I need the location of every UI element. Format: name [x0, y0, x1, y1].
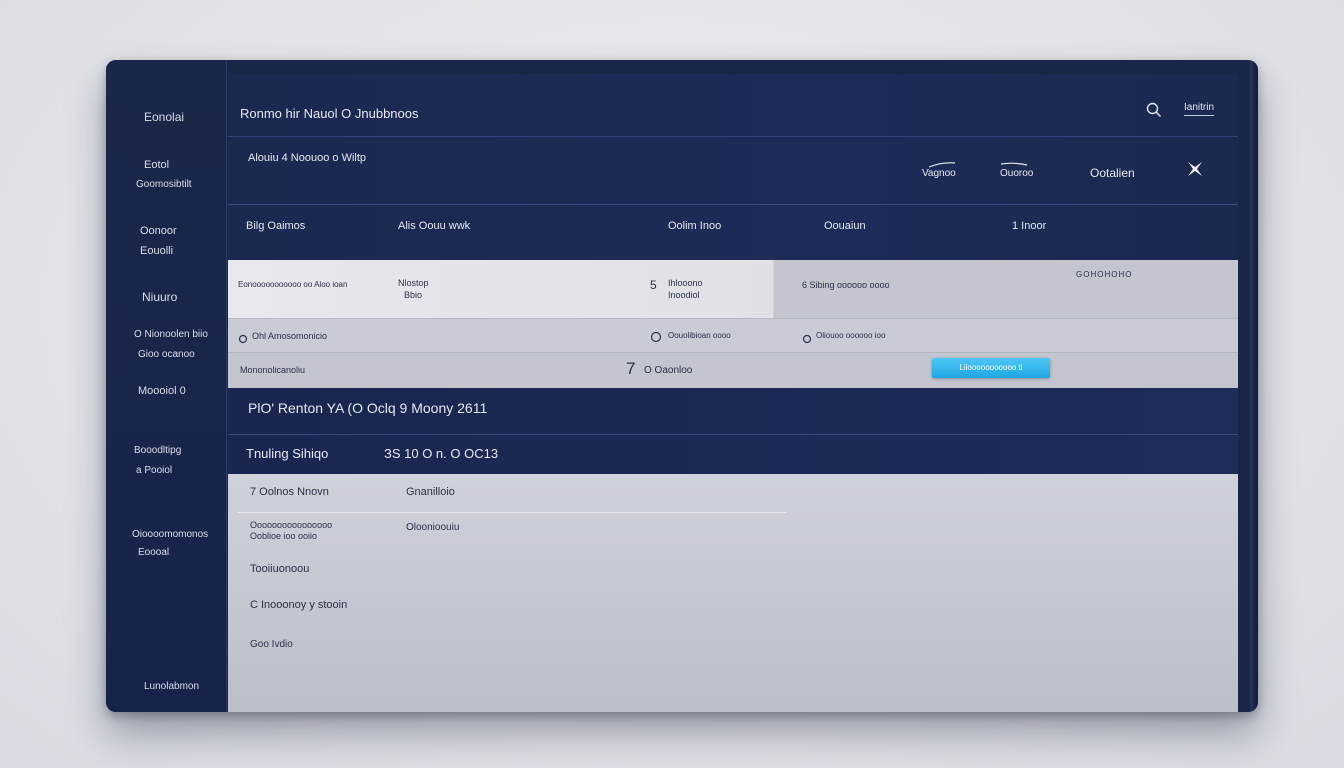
details-panel: 7 Oolnos Nnovn Gnanilloio Oooooooooooooo…	[228, 474, 1238, 712]
sidebar-item-5[interactable]: O Nionoolen biio	[134, 326, 208, 344]
lower-row-2-left2: Ooblioe ioo ooiio	[250, 531, 318, 541]
lower-row-1-left[interactable]: 7 Oolnos Nnovn	[250, 486, 329, 498]
row1-col2a: Nlostop	[398, 278, 429, 288]
action-vagnoo[interactable]: Vagnoo	[922, 168, 956, 179]
sidebar-item-6[interactable]: Moooiol 0	[138, 382, 186, 400]
sidebar-item-7[interactable]: Booodltipg	[134, 442, 181, 460]
lower-row-2-left[interactable]: Oooooooooooooooo	[250, 520, 332, 530]
row1-col2b: Bbio	[404, 290, 423, 300]
lower-row-2-right: Oloonioouiu	[406, 522, 460, 533]
band2-label: Tnuling Sihiqo	[246, 446, 329, 461]
lower-row-4[interactable]: C Inooonoy y stooin	[250, 599, 347, 611]
search-icon[interactable]	[1146, 102, 1162, 123]
row1-col4: 6 Sibing oooooo oooo	[802, 280, 890, 290]
row1-col3b: Inoodiol	[668, 290, 700, 300]
sidebar-item-1[interactable]: Eonolai	[144, 108, 184, 126]
row2-col3: Oouolibioan oooo	[668, 331, 731, 340]
header-divider-2	[228, 204, 1238, 205]
lower-divider	[238, 512, 786, 513]
column-header-4[interactable]: Oouaiun	[824, 220, 866, 232]
row1-col1: Eonooooooooooo oo Aloo ioan	[238, 280, 348, 289]
device-frame: Eonolai Eotol Goomosibtilt Oonoor Eouoll…	[106, 60, 1258, 712]
sidebar-item-3-sub: Eouolli	[140, 245, 174, 257]
header: Ronmo hir Nauol O Jnubbnoos Ianitrin Alo…	[228, 74, 1238, 264]
sidebar-item-4[interactable]: Niuuro	[142, 288, 177, 306]
sidebar-item-3[interactable]: Oonoor	[140, 222, 177, 240]
lower-row-3[interactable]: Tooiiuonoou	[250, 563, 309, 575]
band2-value: ЗS 10 O n. O OC13	[384, 446, 499, 461]
table-row[interactable]: Ohl Amosomonicio Oouolibioan oooo Oliouo…	[228, 318, 1238, 353]
row2-col4: Oliouoo oooooo ioo	[816, 331, 886, 340]
row1-col3-num: 5	[650, 278, 657, 292]
tracking-band: Tnuling Sihiqo ЗS 10 O n. O OC13	[228, 436, 1238, 474]
column-header-3[interactable]: Oolim Inoo	[668, 220, 721, 232]
row1-col3a: Ihlooono	[668, 278, 703, 288]
action-button[interactable]: Liiooooooooooo ti	[932, 358, 1050, 378]
column-header-1[interactable]: Bilg Oaimos	[246, 220, 305, 232]
radio-icon[interactable]	[650, 330, 662, 348]
sidebar-footer[interactable]: Lunolabmon	[144, 678, 199, 696]
lower-row-5[interactable]: Goo Ivdio	[250, 639, 293, 650]
band1-text: PlO' Renton YA (O Oclq 9 Moony 2611	[248, 400, 488, 416]
row2-col1: Ohl Amosomonicio	[252, 331, 328, 341]
row1-col5: GOHOHOHO	[1076, 270, 1133, 279]
action-ouoroo[interactable]: Ouoroo	[1000, 168, 1033, 179]
sidebar-item-8-sub: Eoooal	[138, 547, 170, 558]
sidebar-item-2[interactable]: Eotol	[144, 156, 169, 174]
table-row[interactable]: Mononolicanoliu 7 O Oaonloo	[228, 352, 1238, 389]
column-header-5[interactable]: 1 Inoor	[1012, 220, 1046, 232]
sidebar-item-8[interactable]: Oioooomomonos	[132, 526, 208, 544]
sidebar: Eonolai Eotol Goomosibtilt Oonoor Eouoll…	[106, 60, 227, 712]
lower-row-1-right: Gnanilloio	[406, 486, 455, 498]
radio-icon[interactable]	[238, 331, 248, 349]
header-subtitle: Alouiu 4 Noouoo o Wiltp	[248, 152, 367, 164]
top-right-link[interactable]: Ianitrin	[1184, 102, 1215, 116]
sidebar-item-5-sub: Gioo ocanoo	[138, 349, 195, 360]
close-icon[interactable]	[1186, 160, 1204, 183]
header-divider	[228, 136, 1238, 137]
main-content: Ronmo hir Nauol O Jnubbnoos Ianitrin Alo…	[228, 74, 1238, 712]
sidebar-item-2-sub: Goomosibtilt	[136, 179, 192, 190]
radio-icon[interactable]	[802, 331, 812, 349]
info-band: PlO' Renton YA (O Oclq 9 Moony 2611	[228, 388, 1238, 435]
table-row[interactable]: Eonooooooooooo oo Aloo ioan Nlostop Bbio…	[228, 260, 1238, 318]
row3-num: 7	[626, 359, 636, 378]
page-title: Ronmo hir Nauol O Jnubbnoos	[240, 106, 419, 121]
column-header-2[interactable]: Alis Oouu wwk	[398, 220, 470, 232]
action-ootalien[interactable]: Ootalien	[1090, 166, 1135, 180]
sidebar-item-7-sub: a Pooiol	[136, 465, 173, 476]
row3-col1: Mononolicanoliu	[240, 365, 306, 375]
row3-col3: O Oaonloo	[644, 365, 693, 376]
